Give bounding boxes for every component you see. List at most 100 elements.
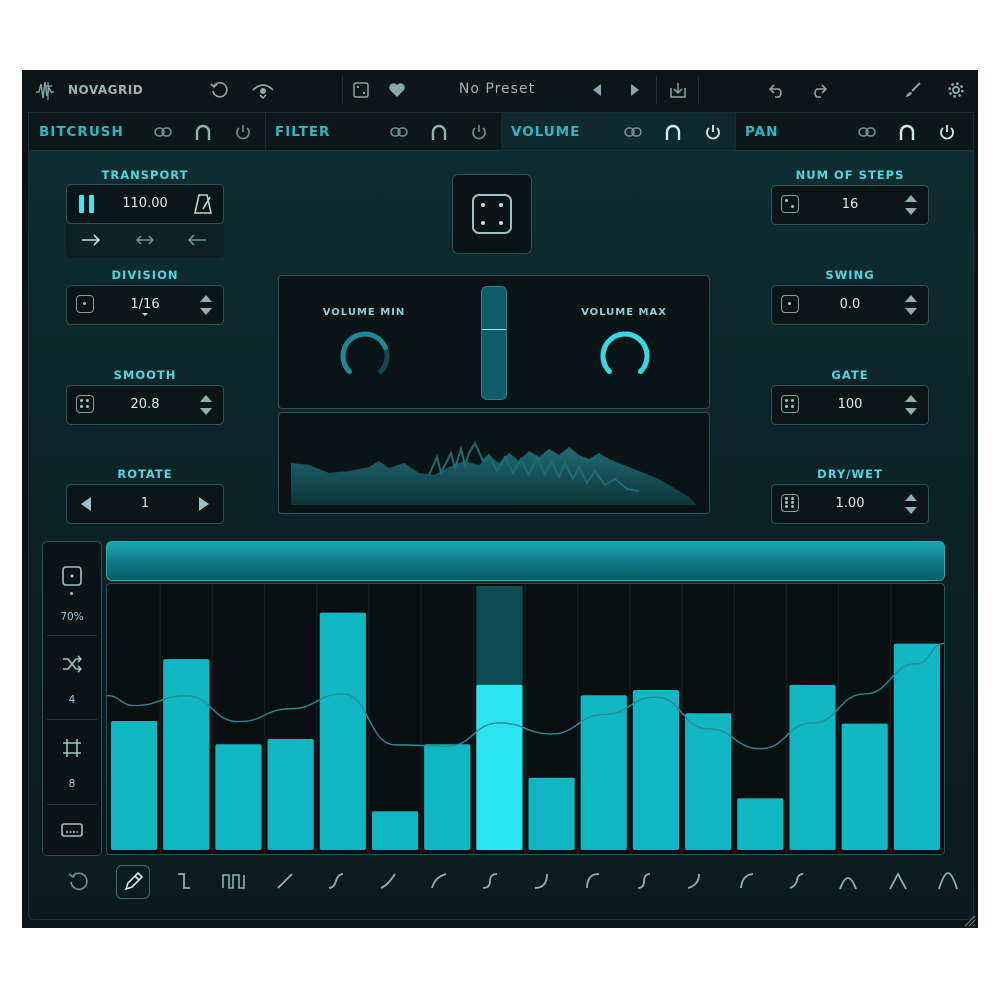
step-bar[interactable]: [215, 744, 262, 850]
step-range-bar[interactable]: [106, 541, 945, 581]
dice-icon[interactable]: [781, 195, 799, 213]
dice-icon[interactable]: [781, 295, 799, 313]
dry-wet-control[interactable]: 1.00: [771, 484, 929, 524]
preset-name[interactable]: No Preset: [432, 81, 562, 97]
step-sequencer-grid[interactable]: [106, 583, 945, 855]
step-bar[interactable]: [528, 777, 575, 850]
tab-filter[interactable]: FILTER: [265, 113, 502, 151]
envelope-icon[interactable]: [193, 122, 213, 142]
link-icon[interactable]: [857, 122, 877, 142]
step-bar[interactable]: [737, 798, 784, 850]
reset-shape-icon[interactable]: [64, 867, 92, 895]
preset-browser-icon[interactable]: [250, 79, 276, 101]
peak-shape-icon[interactable]: [884, 867, 912, 895]
log-curve-shape-icon[interactable]: [425, 867, 453, 895]
step-bar[interactable]: [685, 713, 732, 850]
stepper-arrows-icon[interactable]: [199, 392, 213, 418]
slope-shape-icon[interactable]: [782, 867, 810, 895]
tab-bitcrush[interactable]: BITCRUSH: [29, 113, 266, 151]
curve-down-shape-icon[interactable]: [528, 867, 556, 895]
backward-arrow-icon[interactable]: [186, 230, 208, 250]
randomize-dice-button[interactable]: [452, 174, 532, 254]
power-icon[interactable]: [937, 122, 957, 142]
stepper-arrows-icon[interactable]: [904, 192, 918, 218]
step-bar[interactable]: [371, 811, 419, 850]
power-icon[interactable]: [233, 122, 253, 142]
stepper-arrows-icon[interactable]: [199, 292, 213, 318]
link-icon[interactable]: [623, 122, 643, 142]
step-shape-icon[interactable]: [170, 867, 198, 895]
dice-icon[interactable]: [76, 295, 94, 313]
keyboard-icon[interactable]: [60, 818, 84, 842]
step-bar[interactable]: [789, 684, 836, 850]
grid-icon[interactable]: [60, 736, 84, 760]
step-bar[interactable]: [111, 721, 158, 850]
swing-control[interactable]: 0.0: [771, 285, 929, 325]
random-preset-dice-icon[interactable]: [350, 79, 372, 101]
shuffle-icon[interactable]: [60, 652, 84, 676]
division-control[interactable]: 1/16: [66, 285, 224, 325]
dice-icon[interactable]: [781, 395, 799, 413]
triangle-shape-icon[interactable]: [834, 867, 862, 895]
s-curve-shape-icon[interactable]: [322, 867, 350, 895]
link-icon[interactable]: [389, 122, 409, 142]
s-curve-alt-shape-icon[interactable]: [476, 867, 504, 895]
num-steps-control[interactable]: 16: [771, 185, 929, 225]
stepper-arrows-icon[interactable]: [904, 392, 918, 418]
bend-shape-icon[interactable]: [680, 867, 708, 895]
s-shape-icon[interactable]: [630, 867, 658, 895]
envelope-icon[interactable]: [663, 122, 683, 142]
pencil-tool-icon[interactable]: [116, 865, 150, 899]
step-bar[interactable]: [632, 690, 680, 850]
ramp-up-shape-icon[interactable]: [271, 867, 299, 895]
rotate-control[interactable]: 1: [66, 484, 224, 524]
resize-handle-icon[interactable]: [962, 912, 976, 927]
volume-range-slider[interactable]: [481, 286, 507, 400]
dice-icon[interactable]: [76, 395, 94, 413]
previous-preset-icon[interactable]: [586, 79, 608, 101]
step-bar[interactable]: [893, 643, 940, 850]
rotate-left-icon[interactable]: [79, 496, 93, 512]
favorite-heart-icon[interactable]: [386, 79, 408, 101]
step-bar[interactable]: [424, 744, 471, 850]
step-bar[interactable]: [163, 659, 210, 850]
step-bar[interactable]: [841, 723, 888, 850]
stepper-arrows-icon[interactable]: [904, 292, 918, 318]
power-icon[interactable]: [703, 122, 723, 142]
dice-icon[interactable]: [781, 494, 799, 512]
power-icon[interactable]: [469, 122, 489, 142]
tab-pan[interactable]: PAN: [735, 113, 973, 151]
curve-corner-shape-icon[interactable]: [578, 867, 606, 895]
volume-max-knob[interactable]: [597, 328, 653, 380]
undo-icon[interactable]: [766, 79, 788, 101]
gate-control[interactable]: 100: [771, 385, 929, 425]
redo-icon[interactable]: [808, 79, 830, 101]
link-icon[interactable]: [153, 122, 173, 142]
exp-curve-shape-icon[interactable]: [374, 867, 402, 895]
stepper-arrows-icon[interactable]: [904, 491, 918, 517]
volume-min-knob[interactable]: [337, 328, 393, 380]
probability-dice-icon[interactable]: [60, 564, 84, 588]
square-wave-shape-icon[interactable]: [220, 867, 248, 895]
arc-shape-icon[interactable]: [732, 867, 760, 895]
smooth-control[interactable]: 20.8: [66, 385, 224, 425]
settings-gear-icon[interactable]: [945, 79, 967, 101]
ping-pong-arrow-icon[interactable]: [134, 230, 156, 250]
bpm-value[interactable]: 110.00: [107, 196, 183, 211]
step-bars[interactable]: [107, 584, 944, 854]
paint-brush-icon[interactable]: [902, 79, 924, 101]
step-bar[interactable]: [319, 612, 366, 850]
next-preset-icon[interactable]: [624, 79, 646, 101]
forward-arrow-icon[interactable]: [80, 230, 102, 250]
pause-icon[interactable]: [75, 192, 99, 216]
rotate-right-icon[interactable]: [197, 496, 211, 512]
bell-shape-icon[interactable]: [934, 867, 962, 895]
tab-volume[interactable]: VOLUME: [501, 113, 736, 151]
envelope-icon[interactable]: [897, 122, 917, 142]
reset-icon[interactable]: [208, 79, 230, 101]
step-bar[interactable]: [476, 684, 523, 850]
envelope-icon[interactable]: [429, 122, 449, 142]
metronome-icon[interactable]: [191, 192, 215, 216]
save-preset-icon[interactable]: [667, 79, 689, 101]
step-bar[interactable]: [267, 739, 314, 850]
